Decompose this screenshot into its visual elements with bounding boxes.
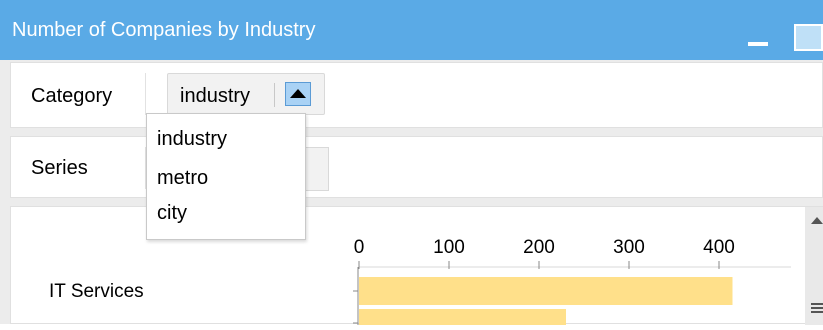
x-tick-label: 200 (523, 237, 555, 258)
category-options-list[interactable]: industry metro city (146, 113, 306, 240)
minimize-icon[interactable] (744, 22, 774, 52)
divider (145, 73, 146, 115)
x-tick-label: 100 (433, 237, 465, 258)
scroll-grip-icon[interactable] (811, 303, 823, 305)
scroll-up-icon[interactable] (811, 217, 823, 224)
chevron-up-icon[interactable] (285, 82, 311, 106)
y-tick-label: IT Services (49, 281, 144, 302)
option-industry[interactable]: industry (157, 128, 227, 151)
maximize-icon[interactable] (794, 24, 823, 51)
bar-chart: 0 100 200 300 400 IT Services (49, 237, 791, 330)
x-tick-label: 0 (354, 237, 365, 258)
option-metro[interactable]: metro (157, 167, 208, 190)
vertical-scrollbar[interactable] (805, 207, 823, 325)
window-title: Number of Companies by Industry (12, 19, 316, 41)
category-selected-value: industry (180, 85, 251, 107)
chart-panel: 0 100 200 300 400 IT Services (10, 206, 823, 330)
category-panel: Category industry (10, 62, 823, 128)
category-label: Category (31, 85, 113, 107)
option-city[interactable]: city (157, 202, 187, 225)
series-label: Series (31, 157, 88, 179)
x-tick-label: 300 (613, 237, 645, 258)
content-area: Category industry Series 0 100 200 300 400 IT… (0, 60, 823, 330)
window-titlebar: Number of Companies by Industry (0, 0, 823, 60)
x-tick-label: 400 (703, 237, 735, 258)
bar (359, 309, 566, 330)
series-panel: Series (10, 136, 823, 198)
category-dropdown[interactable]: industry (167, 73, 325, 115)
bar (359, 277, 733, 305)
divider (274, 83, 275, 107)
